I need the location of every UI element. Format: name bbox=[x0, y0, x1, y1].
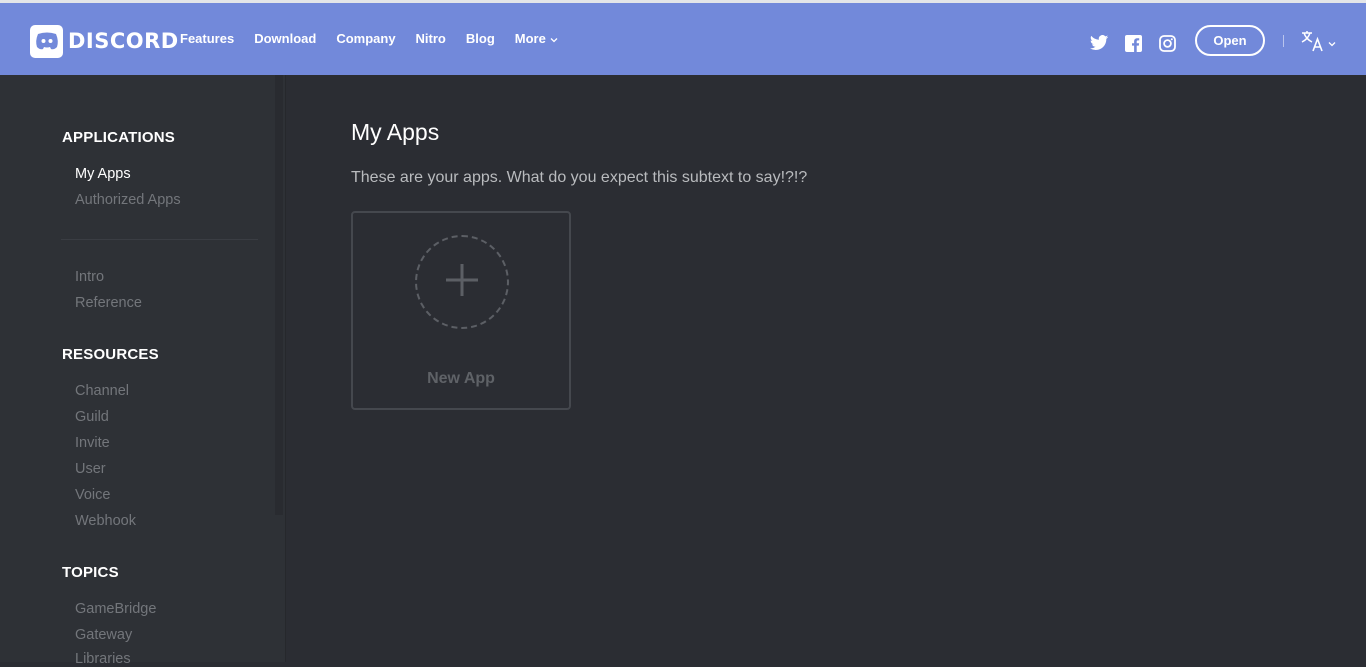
nav-more-label: More bbox=[514, 31, 546, 46]
sidebar-heading-topics: TOPICS bbox=[62, 564, 119, 581]
nav-more[interactable]: More bbox=[515, 31, 558, 46]
translate-icon bbox=[1301, 30, 1325, 57]
top-navbar: DISCORD Features Download Company Nitro … bbox=[0, 3, 1366, 75]
brand-wordmark: DISCORD bbox=[68, 29, 179, 53]
sidebar-divider bbox=[61, 239, 258, 240]
header-divider bbox=[1283, 35, 1284, 47]
nav-features[interactable]: Features bbox=[180, 31, 234, 46]
main-nav: Features Download Company Nitro Blog Mor… bbox=[180, 31, 558, 46]
new-app-label: New App bbox=[427, 370, 495, 387]
new-app-circle bbox=[415, 235, 509, 329]
discord-logo[interactable]: DISCORD bbox=[30, 22, 179, 60]
sidebar-item-libraries[interactable]: Libraries bbox=[75, 651, 131, 667]
chevron-down-icon bbox=[550, 31, 558, 46]
facebook-icon[interactable] bbox=[1123, 33, 1143, 53]
nav-nitro[interactable]: Nitro bbox=[416, 31, 446, 46]
discord-logo-icon bbox=[30, 24, 63, 58]
sidebar-item-authorized-apps[interactable]: Authorized Apps bbox=[75, 192, 181, 208]
language-selector[interactable] bbox=[1301, 30, 1336, 57]
sidebar-item-guild[interactable]: Guild bbox=[75, 409, 109, 425]
sidebar bbox=[0, 75, 286, 662]
sidebar-item-webhook[interactable]: Webhook bbox=[75, 513, 136, 529]
sidebar-item-channel[interactable]: Channel bbox=[75, 383, 129, 399]
sidebar-item-voice[interactable]: Voice bbox=[75, 487, 110, 503]
sidebar-heading-applications: APPLICATIONS bbox=[62, 129, 175, 146]
page-title: My Apps bbox=[351, 119, 440, 145]
nav-blog[interactable]: Blog bbox=[466, 31, 495, 46]
sidebar-item-intro[interactable]: Intro bbox=[75, 269, 104, 285]
sidebar-item-reference[interactable]: Reference bbox=[75, 295, 142, 311]
plus-icon bbox=[445, 263, 479, 302]
sidebar-item-gateway[interactable]: Gateway bbox=[75, 627, 132, 643]
sidebar-scrollbar[interactable] bbox=[275, 75, 283, 515]
nav-download[interactable]: Download bbox=[254, 31, 316, 46]
nav-company[interactable]: Company bbox=[336, 31, 395, 46]
open-button[interactable]: Open bbox=[1195, 25, 1265, 56]
social-links bbox=[1089, 33, 1177, 53]
new-app-card[interactable]: New App bbox=[351, 211, 571, 410]
instagram-icon[interactable] bbox=[1157, 33, 1177, 53]
sidebar-item-invite[interactable]: Invite bbox=[75, 435, 110, 451]
twitter-icon[interactable] bbox=[1089, 33, 1109, 53]
chevron-down-icon bbox=[1328, 41, 1336, 47]
sidebar-heading-resources: RESOURCES bbox=[62, 346, 159, 363]
sidebar-item-gamebridge[interactable]: GameBridge bbox=[75, 601, 156, 617]
sidebar-item-my-apps[interactable]: My Apps bbox=[75, 166, 131, 182]
page-subtitle: These are your apps. What do you expect … bbox=[351, 169, 808, 186]
sidebar-item-user[interactable]: User bbox=[75, 461, 106, 477]
